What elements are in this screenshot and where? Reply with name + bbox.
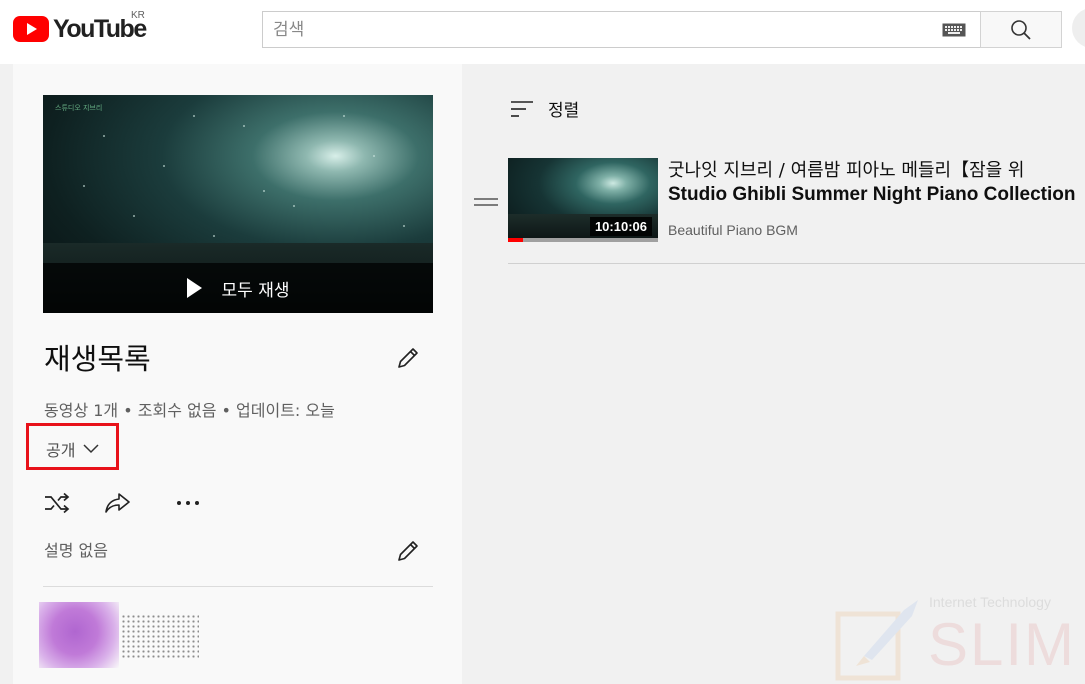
slim-watermark: Internet Technology SLIM (832, 590, 1085, 684)
youtube-logo[interactable]: YouTube (13, 14, 147, 44)
shuffle-button[interactable] (42, 488, 72, 518)
watermark-big-text: SLIM (928, 611, 1077, 678)
rocket-watermark-icon (835, 600, 918, 681)
playlist-stats: 동영상 1개 • 조회수 없음 • 업데이트: 오늘 (44, 401, 335, 420)
video-title-line1[interactable]: 굿나잇 지브리 / 여름밤 피아노 메들리【잠을 위 (668, 156, 1024, 182)
playlist-description: 설명 없음 (44, 541, 108, 560)
drag-handle-icon[interactable] (474, 197, 498, 207)
search-button[interactable] (980, 11, 1062, 48)
watch-progress-bar (508, 238, 658, 242)
chevron-down-icon (83, 444, 99, 454)
privacy-dropdown[interactable]: 공개 (46, 437, 99, 461)
edit-description-pencil-icon[interactable] (394, 537, 422, 565)
playlist-sidebar: 스튜디오 지브리 모두 재생 재생목록 동영상 1개 • 조회수 없음 • 업데… (13, 64, 462, 684)
more-actions-button[interactable] (173, 488, 203, 518)
video-thumbnail[interactable]: 10:10:06 (508, 158, 658, 242)
play-all-button[interactable]: 모두 재생 (43, 263, 433, 313)
youtube-play-logo-icon (13, 16, 49, 42)
owner-avatar-blurred[interactable] (39, 602, 119, 668)
watch-progress-fill (508, 238, 523, 242)
play-icon (186, 278, 202, 298)
privacy-label: 공개 (46, 441, 76, 460)
edit-title-pencil-icon[interactable] (394, 344, 422, 372)
watermark-small-text: Internet Technology (929, 594, 1051, 610)
sort-label: 정렬 (548, 101, 580, 121)
shuffle-icon (45, 492, 70, 514)
more-horizontal-icon (177, 501, 199, 505)
playlist-title: 재생목록 (44, 342, 151, 376)
account-avatar[interactable] (1072, 8, 1085, 48)
search-icon (1011, 19, 1031, 40)
owner-name-blurred[interactable] (121, 614, 199, 660)
search-box (262, 11, 981, 48)
playlist-thumbnail[interactable]: 스튜디오 지브리 모두 재생 (43, 95, 433, 313)
share-icon (105, 493, 130, 513)
sort-icon (511, 100, 533, 117)
video-title-line2[interactable]: Studio Ghibli Summer Night Piano Collect… (668, 184, 1075, 206)
video-duration: 10:10:06 (589, 217, 652, 236)
play-all-label: 모두 재생 (221, 280, 290, 301)
share-button[interactable] (103, 488, 133, 518)
video-divider (508, 263, 1085, 264)
top-bar: YouTube KR (0, 0, 1085, 64)
region-code: KR (131, 10, 145, 21)
keyboard-icon[interactable] (942, 23, 966, 37)
privacy-highlight-box: 공개 (26, 423, 119, 470)
sidebar-divider (43, 586, 433, 587)
playlist-videos-panel: 정렬 10:10:06 굿나잇 지브리 / 여름밤 피아노 메들리【잠을 위 S… (462, 64, 1085, 684)
thumbnail-caption: 스튜디오 지브리 (55, 104, 103, 112)
search-input[interactable] (263, 12, 923, 47)
video-channel-name[interactable]: Beautiful Piano BGM (668, 222, 798, 238)
sort-button[interactable]: 정렬 (510, 96, 579, 121)
